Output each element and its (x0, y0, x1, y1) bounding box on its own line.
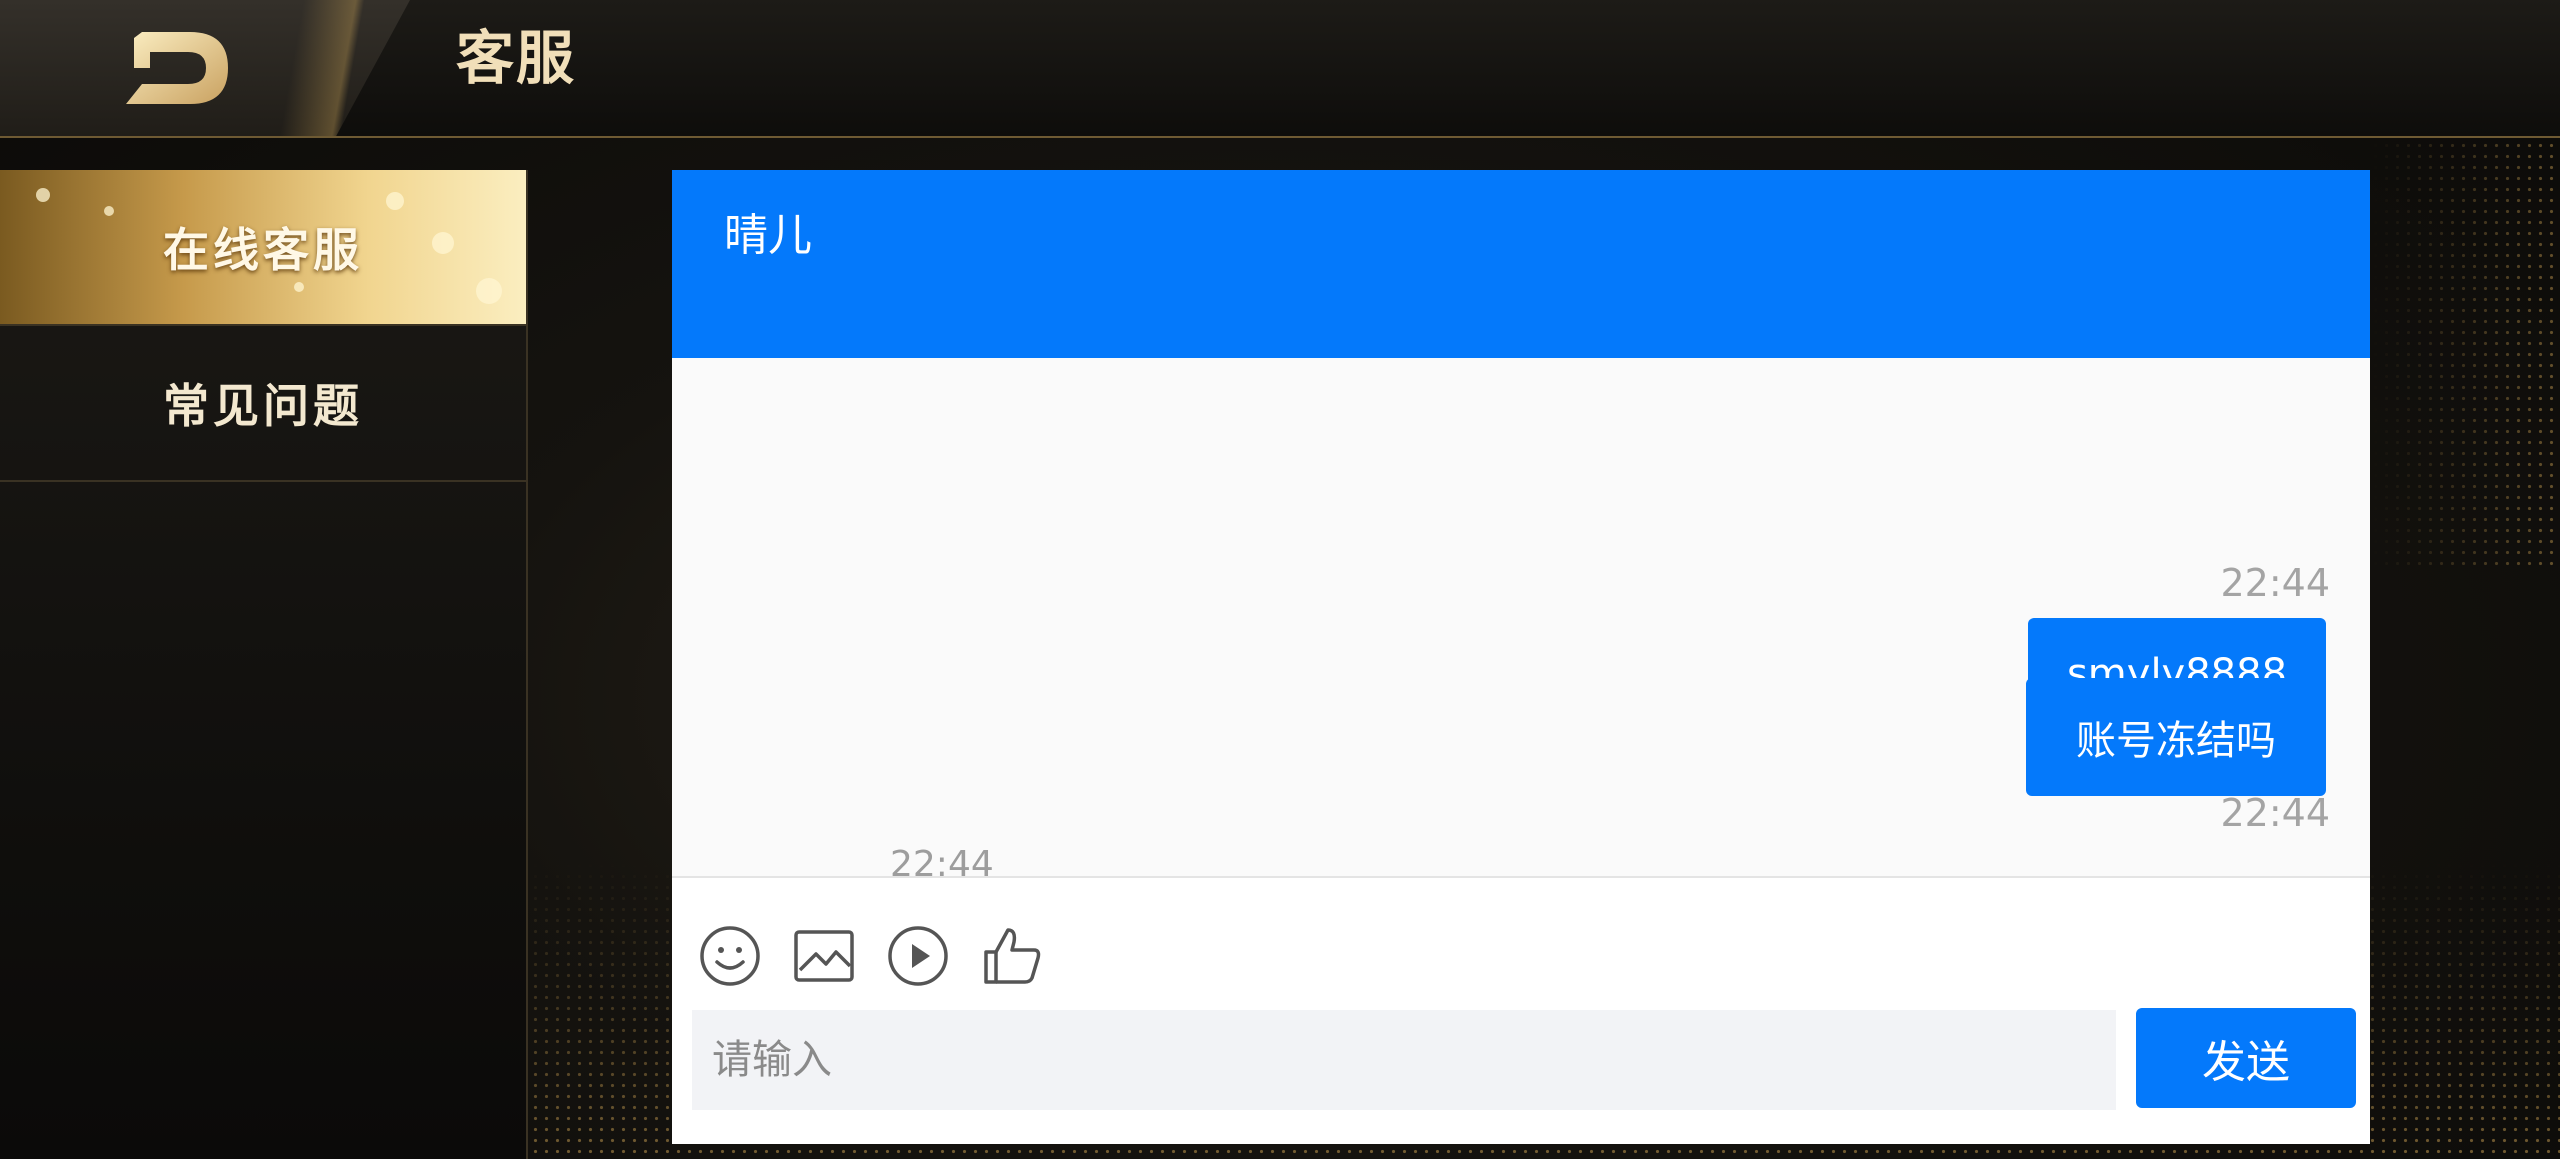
sidebar-item-label: 在线客服 (163, 223, 363, 277)
video-play-icon[interactable] (886, 924, 950, 988)
message-bubble: 账号冻结吗 (2026, 678, 2326, 796)
sparkle-decoration (294, 282, 304, 292)
sidebar-item-faq[interactable]: 常见问题 (0, 326, 526, 482)
sparkle-decoration (476, 278, 502, 304)
decorative-dot-pattern (2370, 140, 2560, 570)
agent-name: 晴儿 (724, 210, 812, 261)
back-button[interactable] (120, 28, 232, 108)
chat-header: 晴儿 (672, 170, 2370, 358)
top-header: 客服 (0, 0, 2560, 138)
sparkle-decoration (104, 206, 114, 216)
sparkle-decoration (432, 232, 454, 254)
sidebar-item-online-service[interactable]: 在线客服 (0, 170, 526, 326)
sidebar-item-label: 常见问题 (163, 379, 363, 433)
message-input[interactable] (692, 1010, 2116, 1110)
message-time-partial: 22:44 (890, 844, 994, 876)
thumbs-up-icon[interactable] (980, 924, 1044, 988)
message-list[interactable]: 22:44 smyly8888 22:44 (672, 358, 2370, 876)
sparkle-decoration (36, 188, 50, 202)
send-button[interactable]: 发送 (2136, 1008, 2356, 1108)
message-time: 22:44 (2220, 561, 2330, 605)
message-time: 22:44 (2220, 791, 2330, 835)
sparkle-decoration (386, 192, 404, 210)
page-title: 客服 (456, 24, 577, 92)
back-arrow-icon (126, 32, 228, 104)
image-icon[interactable] (792, 924, 856, 988)
chat-panel: 晴儿 22:44 smyly8888 22:44 账号冻结吗 22:44 发送 (672, 170, 2370, 1144)
sidebar: 在线客服 常见问题 (0, 170, 528, 1159)
emoji-icon[interactable] (698, 924, 762, 988)
